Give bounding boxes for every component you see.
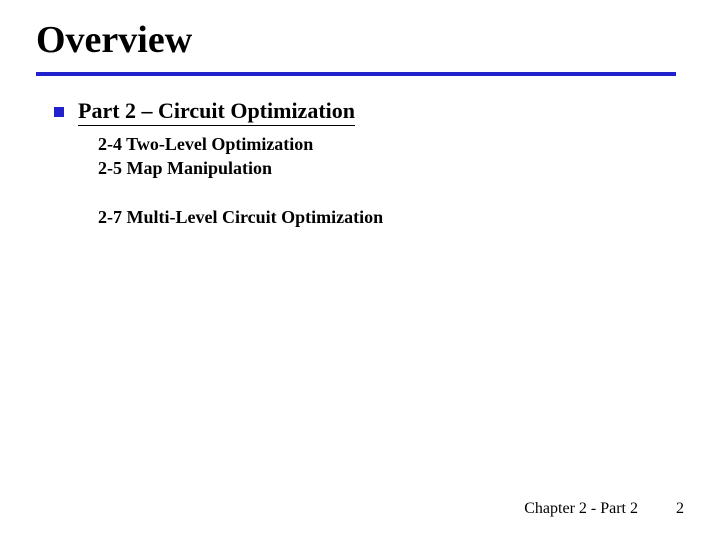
list-item: 2-7 Multi-Level Circuit Optimization [98,205,684,229]
bullet-label: Part 2 – Circuit Optimization [78,98,355,126]
slide: Overview Part 2 – Circuit Optimization 2… [0,0,720,540]
footer-chapter: Chapter 2 - Part 2 [524,500,638,518]
footer: Chapter 2 - Part 2 2 [524,500,684,518]
slide-title: Overview [36,18,684,62]
bullet-item: Part 2 – Circuit Optimization [54,98,684,126]
subitem-list: 2-4 Two-Level Optimization 2-5 Map Manip… [98,132,684,229]
square-bullet-icon [54,107,64,117]
list-gap [98,181,684,205]
list-item: 2-5 Map Manipulation [98,156,684,180]
footer-page-number: 2 [676,500,684,518]
title-underline [36,72,676,76]
list-item: 2-4 Two-Level Optimization [98,132,684,156]
